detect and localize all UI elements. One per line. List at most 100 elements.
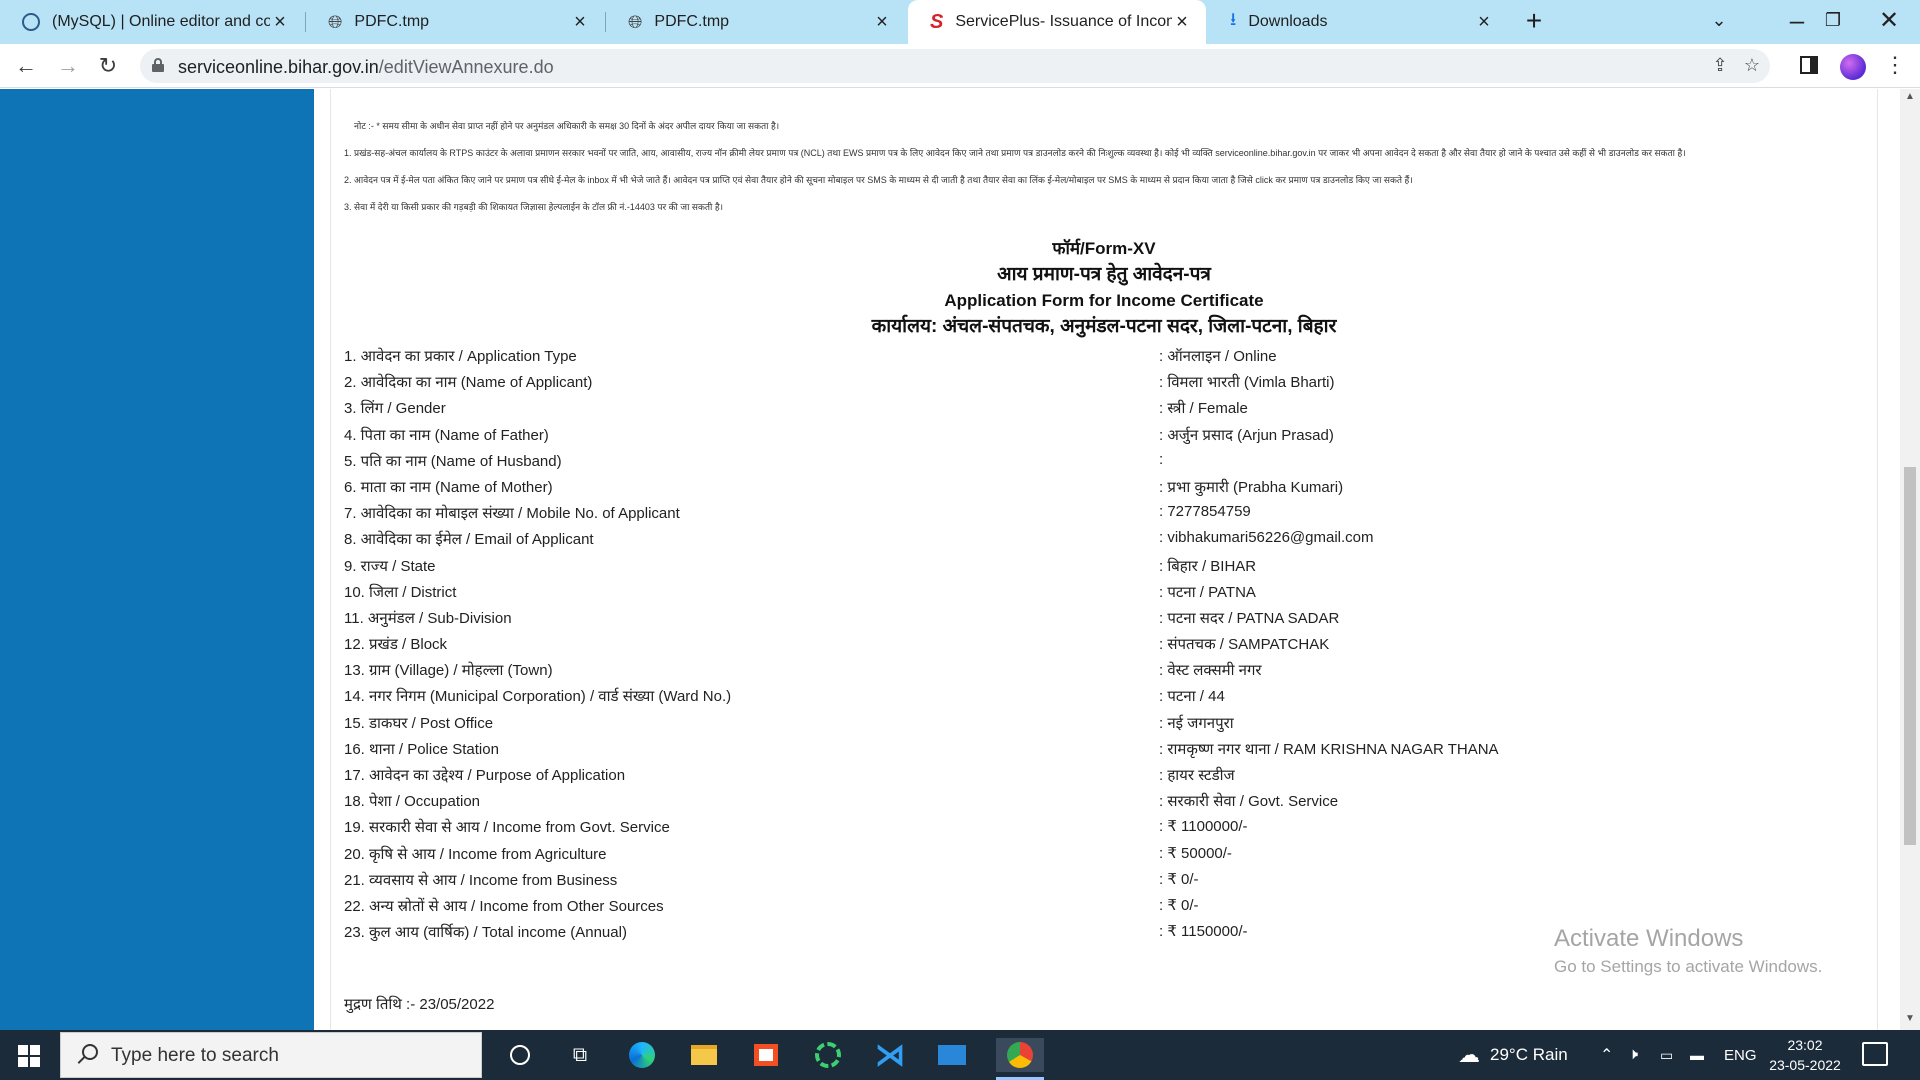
lock-icon[interactable] (152, 58, 164, 72)
field-value: : ₹ 1100000/- (1159, 818, 1248, 836)
search-placeholder: Type here to search (111, 1045, 279, 1066)
share-icon[interactable]: ⇪ (1708, 55, 1732, 77)
field-value: : संपतचक / SAMPATCHAK (1159, 636, 1330, 654)
address-bar[interactable]: serviceonline.bihar.gov.in/editViewAnnex… (140, 49, 1770, 83)
field-value: : ₹ 0/- (1159, 896, 1199, 914)
form-row: 12. प्रखंड / Block: संपतचक / SAMPATCHAK (344, 630, 1844, 656)
field-value: : 7277854759 (1159, 503, 1251, 521)
form-row: 22. अन्य स्रोतों से आय / Income from Oth… (344, 892, 1844, 918)
store-icon[interactable] (748, 1038, 784, 1072)
tab-pdfc-1[interactable]: 🌐︎ PDFC.tmp × (306, 0, 604, 44)
cortana-icon[interactable] (502, 1038, 538, 1072)
close-window-button[interactable]: ✕ (1866, 0, 1912, 40)
browser-tab-strip: (MySQL) | Online editor and com × 🌐︎ PDF… (0, 0, 1920, 44)
field-label: 18. पेशा / Occupation (344, 793, 481, 811)
system-clock[interactable]: 23:02 23-05-2022 (1760, 1035, 1850, 1075)
globe-icon: 🌐︎ (328, 11, 343, 32)
form-row: 1. आवेदन का प्रकार / Application Type: ऑ… (344, 342, 1844, 368)
tab-title: PDFC.tmp (354, 13, 430, 30)
app-ring-icon[interactable] (810, 1038, 846, 1072)
form-row: 13. ग्राम (Village) / मोहल्ला (Town): वे… (344, 656, 1844, 682)
new-tab-button[interactable]: + (1518, 6, 1550, 38)
profile-avatar[interactable] (1840, 54, 1866, 80)
field-label: 13. ग्राम (Village) / मोहल्ला (Town) (344, 662, 553, 680)
field-value: : ऑनलाइन / Online (1159, 348, 1277, 365)
notes-section: नोट :- * समय सीमा के अधीन सेवा प्राप्त न… (344, 113, 1814, 221)
vscode-icon[interactable]: ⋊ (872, 1038, 908, 1072)
forward-arrow-icon[interactable]: → (52, 50, 84, 82)
weather-text: 29°C Rain (1490, 1045, 1568, 1064)
form-heading: फॉर्म/Form-XV आय प्रमाण-पत्र हेतु आवेदन-… (330, 236, 1878, 340)
field-label: 15. डाकघर / Post Office (344, 714, 494, 732)
form-row: 8. आवेदिका का ईमेल / Email of Applicant:… (344, 525, 1844, 551)
language-indicator[interactable]: ENG (1724, 1030, 1757, 1080)
meet-now-icon[interactable]: ▭ (1660, 1030, 1673, 1080)
close-icon[interactable]: × (1172, 11, 1192, 33)
form-row: 20. कृषि से आय / Income from Agriculture… (344, 840, 1844, 866)
close-icon[interactable]: × (570, 11, 590, 33)
field-value: : (1159, 450, 1164, 468)
field-value: : नई जगनपुरा (1159, 714, 1234, 732)
show-hidden-icons-chevron-icon[interactable]: ⌃ (1600, 1030, 1613, 1080)
tab-title: ServicePlus- Issuance of Income (955, 13, 1172, 30)
windows-start-icon[interactable] (18, 1045, 40, 1067)
battery-icon[interactable]: ▬ (1690, 1030, 1704, 1080)
bookmark-star-icon[interactable]: ☆ (1740, 55, 1764, 77)
tab-title: (MySQL) | Online editor and com (52, 13, 270, 30)
clock-time: 23:02 (1787, 1037, 1823, 1053)
reload-icon[interactable]: ↻ (92, 50, 124, 82)
watermark-title: Activate Windows (1554, 925, 1744, 952)
tab-pdfc-2[interactable]: 🌐︎ PDFC.tmp × (606, 0, 906, 44)
menu-kebab-icon[interactable]: ⋮ (1880, 52, 1910, 82)
download-icon: ⭳ (1230, 9, 1237, 29)
note-line: 3. सेवा में देरी या किसी प्रकार की गड़बड… (344, 202, 724, 212)
chrome-icon[interactable] (996, 1038, 1044, 1072)
url-path: /editViewAnnexure.do (378, 57, 554, 77)
back-arrow-icon[interactable]: ← (10, 50, 42, 82)
form-row: 2. आवेदिका का नाम (Name of Applicant): व… (344, 368, 1844, 394)
task-view-icon[interactable]: ⧉ (562, 1038, 598, 1072)
form-row: 16. थाना / Police Station: रामकृष्ण नगर … (344, 735, 1844, 761)
tab-serviceplus[interactable]: S ServicePlus- Issuance of Income × (908, 0, 1206, 44)
field-value: : स्त्री / Female (1159, 400, 1248, 418)
field-value: : प्रभा कुमारी (Prabha Kumari) (1159, 478, 1344, 496)
form-row: 11. अनुमंडल / Sub-Division: पटना सदर / P… (344, 604, 1844, 630)
file-explorer-icon[interactable] (686, 1038, 722, 1072)
field-value: : ₹ 50000/- (1159, 844, 1232, 862)
form-row: 14. नगर निगम (Municipal Corporation) / व… (344, 682, 1844, 708)
taskbar-search-box[interactable]: Type here to search (60, 1032, 482, 1078)
note-line: 2. आवेदन पत्र में ई-मेल पता अंकित किए जा… (344, 175, 1413, 185)
clock-date: 23-05-2022 (1769, 1057, 1841, 1073)
tab-mysql-editor[interactable]: (MySQL) | Online editor and com × (0, 0, 304, 44)
notification-center-icon[interactable] (1862, 1042, 1888, 1066)
url-text[interactable]: serviceonline.bihar.gov.in/editViewAnnex… (178, 57, 554, 78)
field-value: : अर्जुन प्रसाद (Arjun Prasad) (1159, 426, 1334, 444)
restore-button[interactable]: ❐ (1810, 0, 1856, 40)
scroll-thumb[interactable] (1904, 467, 1916, 845)
tab-downloads[interactable]: ⭳ Downloads × (1208, 0, 1508, 44)
mail-icon[interactable] (934, 1038, 970, 1072)
scroll-up-icon[interactable]: ▲ (1900, 91, 1920, 107)
application-details: 1. आवेदन का प्रकार / Application Type: ऑ… (344, 342, 1844, 944)
tab-title: Downloads (1248, 13, 1328, 30)
scroll-down-icon[interactable]: ▼ (1900, 1013, 1920, 1029)
form-row: 7. आवेदिका का मोबाइल संख्या / Mobile No.… (344, 499, 1844, 525)
close-icon[interactable]: × (1474, 11, 1494, 33)
side-panel-icon[interactable] (1800, 56, 1818, 74)
close-icon[interactable]: × (872, 11, 892, 33)
field-label: 19. सरकारी सेवा से आय / Income from Govt… (344, 819, 670, 837)
note-line: नोट :- * समय सीमा के अधीन सेवा प्राप्त न… (354, 121, 780, 131)
rain-cloud-icon: ☁ (1458, 1042, 1480, 1067)
vertical-scrollbar[interactable]: ▲ ▼ (1900, 89, 1920, 1030)
field-label: 22. अन्य स्रोतों से आय / Income from Oth… (344, 897, 664, 915)
weather-widget[interactable]: ☁ 29°C Rain (1458, 1030, 1568, 1080)
speaker-icon[interactable]: 🕨︎ (1628, 1030, 1638, 1080)
field-value: : पटना / 44 (1159, 688, 1225, 706)
field-value: : बिहार / BIHAR (1159, 557, 1257, 575)
field-value: : विमला भारती (Vimla Bharti) (1159, 374, 1335, 392)
edge-icon[interactable] (624, 1038, 660, 1072)
windows-taskbar: Type here to search ⧉ ⋊ ☁ 29°C Rain ⌃ 🕨︎… (0, 1030, 1920, 1080)
browser-toolbar: ← → ↻ serviceonline.bihar.gov.in/editVie… (0, 44, 1920, 88)
close-icon[interactable]: × (270, 11, 290, 33)
tab-search-chevron-icon[interactable]: ⌄ (1696, 0, 1742, 40)
